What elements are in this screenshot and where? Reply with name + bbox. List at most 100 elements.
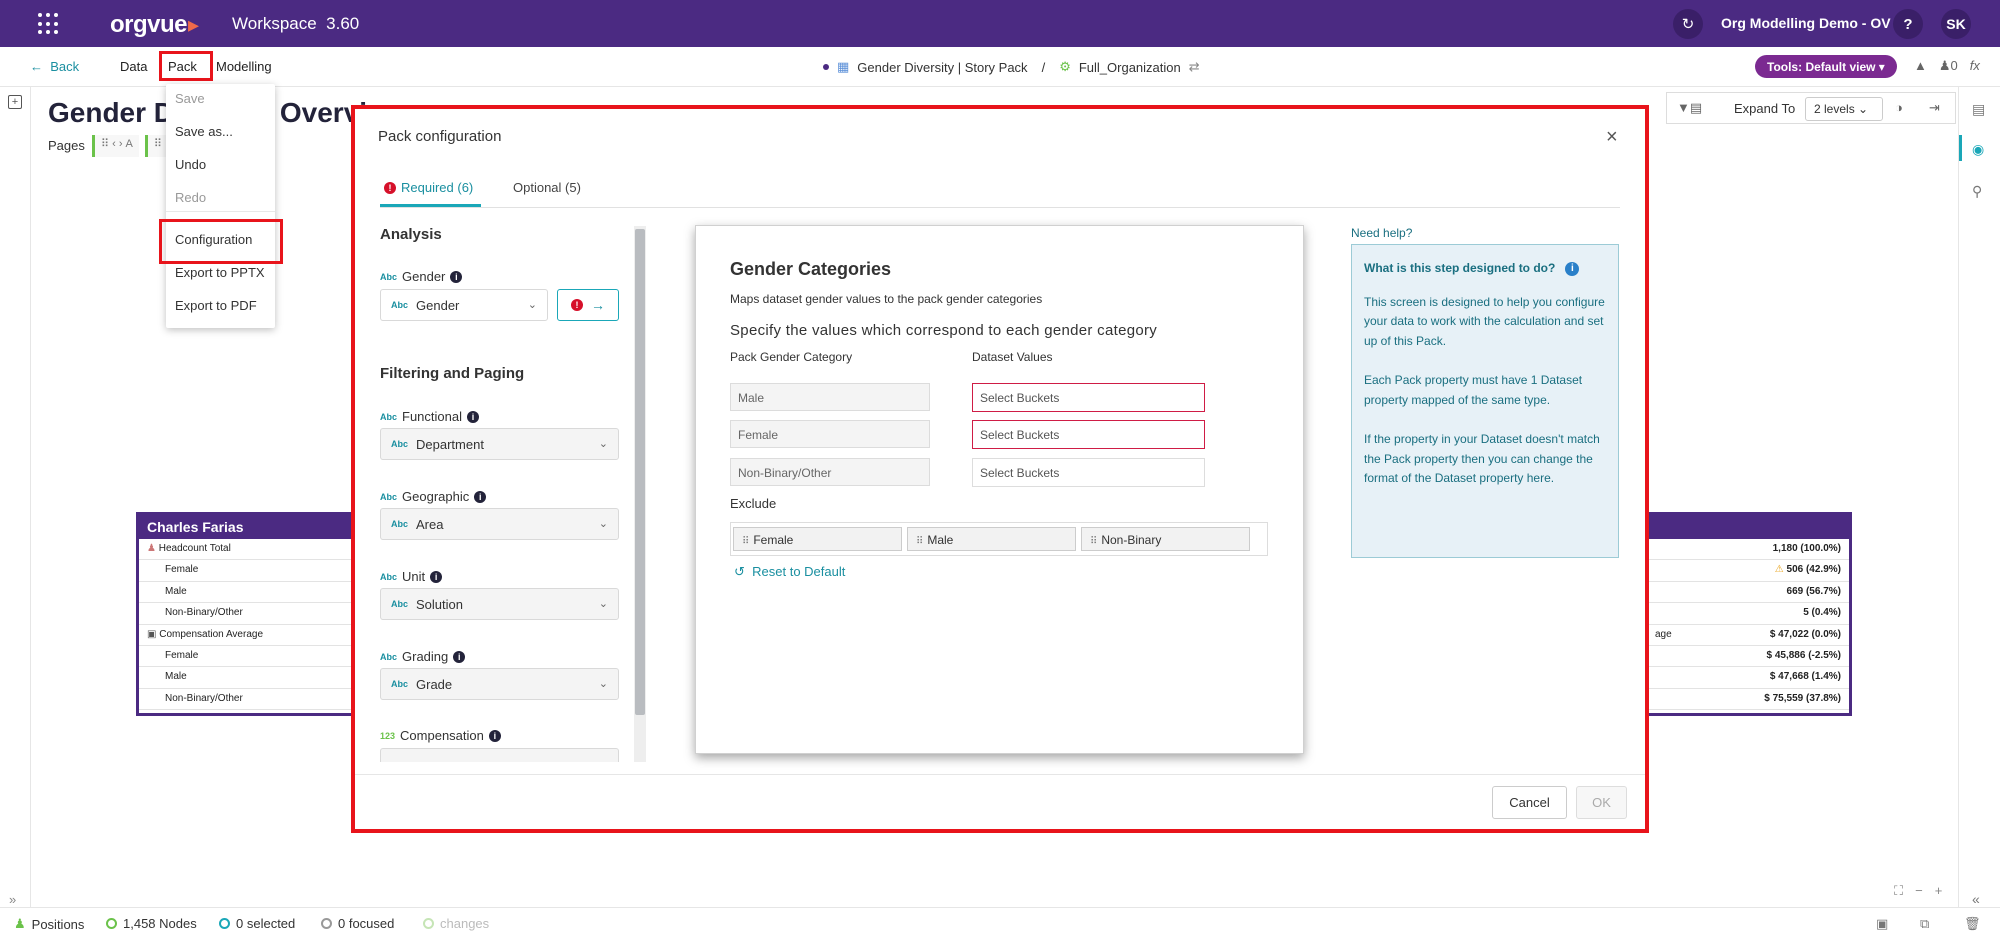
navigation-bar: ← Back Data Pack Modelling ▦ Gender Dive… — [0, 47, 2000, 87]
expand-to-select[interactable]: 2 levels ⌄ — [1805, 97, 1883, 121]
exclude-dropzone[interactable]: ⠿ Female ⠿ Male ⠿ Non-Binary — [730, 522, 1268, 556]
female-buckets-select[interactable]: Select Buckets — [972, 420, 1205, 449]
changes-status[interactable]: changes — [423, 916, 489, 931]
config-fields-panel[interactable]: Analysis Abc Gender i Abc Gender ⌄ ! → Filter… — [380, 226, 646, 762]
page-chips[interactable]: ⠿ ‹ › A ⠿ — [92, 135, 168, 157]
card-value: 669 (56.7%) — [1647, 582, 1849, 604]
sync-icon[interactable]: ↻ — [1673, 9, 1703, 39]
compensation-select[interactable] — [380, 748, 619, 762]
zoom-out-icon[interactable]: − — [1915, 883, 1923, 899]
breadcrumb-separator: / — [1041, 59, 1046, 75]
search-icon[interactable]: ⚲ — [1972, 183, 1982, 200]
exclude-chip-non-binary[interactable]: ⠿ Non-Binary — [1081, 527, 1250, 551]
menu-data[interactable]: Data — [120, 59, 147, 74]
selected-status[interactable]: 0 selected — [219, 916, 295, 931]
project-name[interactable]: Org Modelling Demo - OV — [1721, 15, 1891, 31]
add-icon[interactable]: + — [8, 95, 22, 109]
nav-right-icons: ▲ ♟0 fx — [1914, 58, 1980, 74]
pin-icon[interactable]: ▲ — [1914, 58, 1927, 74]
info-icon: i — [474, 490, 487, 503]
add-node-icon[interactable]: ▣ — [1876, 916, 1888, 932]
male-buckets-select[interactable]: Select Buckets — [972, 383, 1205, 412]
selected-icon — [219, 918, 230, 929]
org-card-right[interactable]: 1,180 (100.0%) ⚠ 506 (42.9%) 669 (56.7%)… — [1644, 512, 1852, 716]
palette-icon[interactable]: ◑ — [1895, 100, 1903, 115]
nodes-status[interactable]: 1,458 Nodes — [106, 916, 197, 931]
page-chip[interactable]: ⠿ ‹ › A — [92, 135, 139, 157]
card-value: $ 45,886 (-2.5%) — [1647, 646, 1849, 668]
breadcrumb-pack[interactable]: Gender Diversity | Story Pack — [857, 60, 1027, 75]
panel-icon[interactable]: ▤ — [1972, 101, 1985, 118]
tools-view-dropdown[interactable]: Tools: Default view ▾ — [1755, 55, 1897, 78]
tab-required[interactable]: ! Required (6) — [384, 180, 473, 195]
cancel-button[interactable]: Cancel — [1492, 786, 1567, 819]
info-icon: i — [430, 570, 443, 583]
grading-select[interactable]: Abc Grade ⌄ — [380, 668, 619, 700]
category-non-binary: Non-Binary/Other — [730, 458, 930, 486]
swap-icon[interactable]: ⇄ — [1189, 59, 1200, 75]
user-avatar[interactable]: SK — [1941, 9, 1971, 39]
menu-item-save-as[interactable]: Save as... — [175, 124, 233, 139]
arrow-right-icon: → — [591, 297, 605, 313]
non-binary-buckets-select[interactable]: Select Buckets — [972, 458, 1205, 487]
menu-item-export-pptx[interactable]: Export to PPTX — [175, 265, 265, 280]
card-value: $ 47,668 (1.4%) — [1647, 667, 1849, 689]
filter-icon[interactable]: ▼▤ — [1677, 100, 1702, 116]
person-count[interactable]: ♟0 — [1939, 58, 1958, 74]
warning-icon: ⚠ — [1774, 564, 1784, 576]
modal-title: Pack configuration — [378, 128, 502, 145]
fit-icon[interactable]: ⛶ — [1894, 883, 1903, 899]
info-icon: i — [453, 650, 466, 663]
card-row: Male — [139, 582, 353, 604]
org-card-charles[interactable]: Charles Farias ♟ Headcount Total Female … — [136, 512, 356, 716]
category-male: Male — [730, 383, 930, 411]
card-row: ▣ Compensation Average — [139, 625, 353, 646]
copy-icon[interactable]: ⧉ — [1920, 916, 1929, 932]
tab-optional[interactable]: Optional (5) — [513, 180, 581, 195]
menu-item-export-pdf[interactable]: Export to PDF — [175, 298, 257, 313]
help-button[interactable]: ? — [1893, 9, 1923, 39]
exclude-chip-female[interactable]: ⠿ Female — [733, 527, 902, 551]
back-button[interactable]: ← Back — [30, 59, 79, 74]
menu-item-undo[interactable]: Undo — [175, 157, 206, 172]
close-icon[interactable]: × — [1606, 126, 1618, 149]
error-icon: ! — [571, 299, 583, 311]
card-value: age $ 47,022 (0.0%) — [1647, 625, 1849, 646]
workspace-version: Workspace 3.60 — [232, 14, 360, 33]
positions-status[interactable]: ♟ Positions — [14, 916, 84, 932]
orgvue-logo[interactable]: orgvue▸ — [110, 11, 199, 39]
positions-icon: ♟ — [14, 916, 26, 931]
gender-select[interactable]: Abc Gender ⌄ — [380, 289, 548, 321]
modal-tabs: ! Required (6) Optional (5) — [380, 176, 1620, 208]
functional-label: Abc Functional i — [380, 409, 479, 424]
ok-button[interactable]: OK — [1576, 786, 1627, 819]
filtering-heading: Filtering and Paging — [380, 365, 525, 382]
fx-icon[interactable]: fx — [1970, 58, 1980, 74]
pack-highlight-box — [159, 51, 213, 81]
menu-item-redo[interactable]: Redo — [175, 190, 206, 205]
menu-item-save[interactable]: Save — [175, 91, 205, 106]
trash-icon[interactable]: 🗑 — [1964, 916, 1981, 932]
config-scrollbar-thumb[interactable] — [635, 229, 645, 715]
target-icon[interactable]: ◉ — [1972, 141, 1984, 158]
functional-select[interactable]: Abc Department ⌄ — [380, 428, 619, 460]
geographic-select[interactable]: Abc Area ⌄ — [380, 508, 619, 540]
grading-label: Abc Grading i — [380, 649, 466, 664]
book-icon: ▦ — [837, 59, 850, 74]
collapse-panel-icon[interactable]: « — [1972, 891, 1980, 907]
breadcrumb: ▦ Gender Diversity | Story Pack / ⚙ Full… — [823, 59, 1200, 75]
unit-select[interactable]: Abc Solution ⌄ — [380, 588, 619, 620]
zoom-in-icon[interactable]: + — [1935, 883, 1943, 899]
exclude-chip-male[interactable]: ⠿ Male — [907, 527, 1076, 551]
focused-status[interactable]: 0 focused — [321, 916, 394, 931]
menu-modelling[interactable]: Modelling — [216, 59, 272, 74]
info-icon: i — [1565, 261, 1580, 276]
reset-to-default-link[interactable]: ↺ Reset to Default — [734, 564, 845, 580]
expand-panel-icon[interactable]: » — [9, 892, 16, 907]
app-grid-icon[interactable] — [38, 13, 60, 35]
export-icon[interactable]: ⇥ — [1929, 100, 1940, 116]
breadcrumb-dataset[interactable]: Full_Organization — [1079, 60, 1181, 75]
gender-mapping-button[interactable]: ! → — [557, 289, 619, 321]
status-bar: ♟ Positions 1,458 Nodes 0 selected 0 focu… — [0, 907, 2000, 939]
page-chip[interactable]: ⠿ — [144, 135, 168, 157]
